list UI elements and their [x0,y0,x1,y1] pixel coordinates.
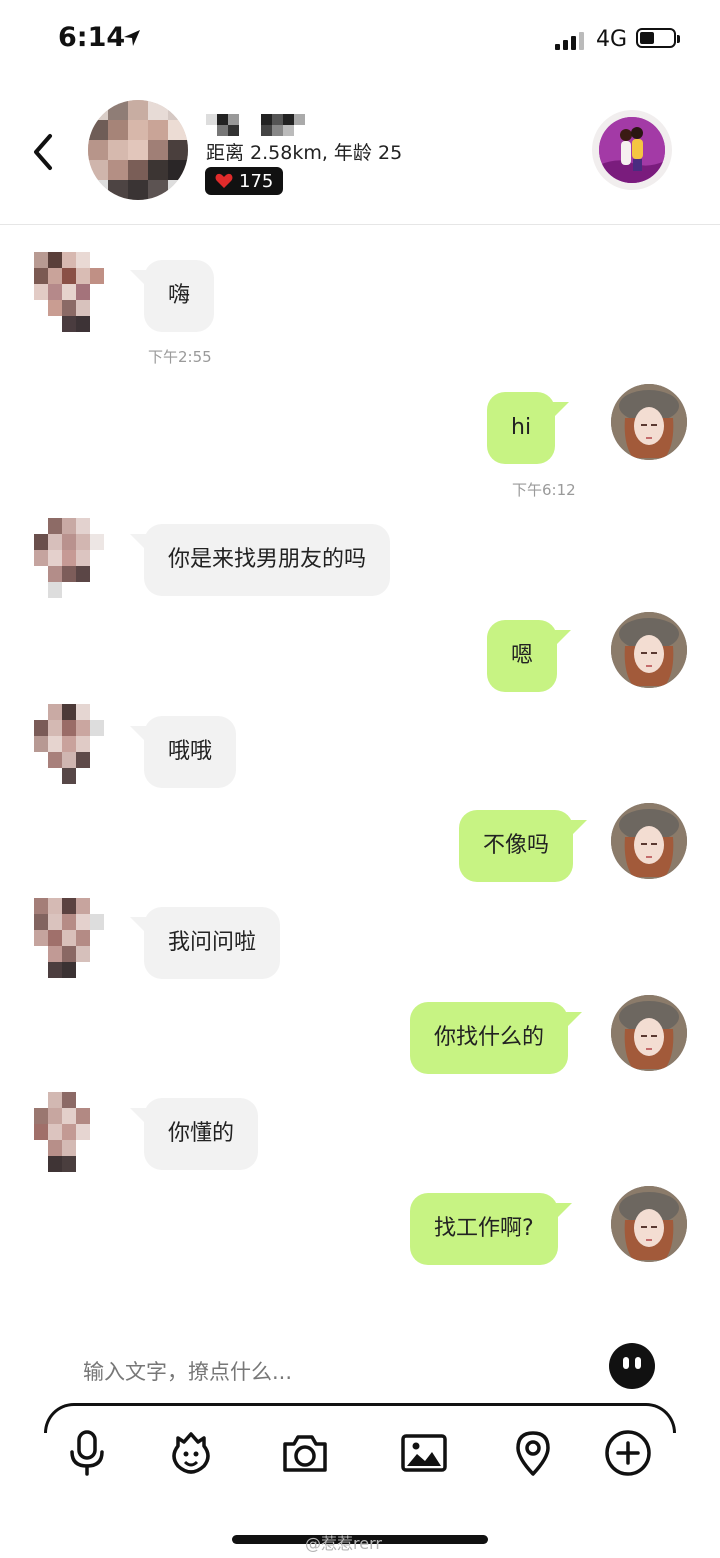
couple-sticker-button[interactable] [592,110,672,190]
incoming-avatar[interactable] [34,518,108,598]
incoming-message-bubble[interactable]: 你懂的 [129,1098,259,1170]
signal-icon [555,30,587,50]
gesture-icon[interactable] [166,1428,216,1478]
plus-icon[interactable] [603,1428,653,1478]
network-type: 4G [596,27,628,52]
watermark: @惹惹rerr [305,1534,382,1553]
outgoing-message-bubble[interactable]: 不像吗 [459,810,588,882]
my-avatar[interactable] [611,803,687,879]
message-timestamp: 下午2:55 [148,348,212,366]
header-divider [0,224,720,225]
back-chevron-icon[interactable] [30,132,58,172]
toolbar-divider [44,1403,676,1433]
incoming-message-bubble[interactable]: 哦哦 [129,716,237,788]
distance-age-label: 距离 2.58km, 年龄 25 [206,142,403,164]
status-time: 6:14 [58,22,126,53]
couple-icon [599,117,665,183]
outgoing-message-bubble[interactable]: 找工作啊? [410,1193,572,1265]
my-avatar[interactable] [611,995,687,1071]
location-arrow-icon [124,30,140,46]
likes-badge: 175 [205,167,284,195]
incoming-avatar[interactable] [34,1092,108,1172]
my-avatar[interactable] [611,612,687,688]
contact-name-pixelated [206,114,316,140]
likes-count: 175 [239,170,274,192]
camera-icon[interactable] [280,1428,330,1478]
image-icon[interactable] [399,1428,449,1478]
my-avatar[interactable] [611,1186,687,1262]
my-avatar[interactable] [611,384,687,460]
microphone-icon[interactable] [62,1428,112,1478]
heart-icon [215,173,233,188]
incoming-message-bubble[interactable]: 你是来找男朋友的吗 [129,524,391,596]
message-timestamp: 下午6:12 [512,481,576,499]
message-input[interactable]: 输入文字，撩点什么... [83,1356,292,1386]
incoming-avatar[interactable] [34,704,108,784]
incoming-avatar[interactable] [34,252,108,332]
outgoing-message-bubble[interactable]: hi [487,392,570,464]
outgoing-message-bubble[interactable]: 你找什么的 [410,1002,583,1074]
contact-avatar[interactable] [88,100,188,200]
incoming-avatar[interactable] [34,898,108,978]
outgoing-message-bubble[interactable]: 嗯 [487,620,572,692]
location-icon[interactable] [508,1428,558,1478]
incoming-message-bubble[interactable]: 嗨 [129,260,215,332]
battery-icon [636,28,680,48]
emoji-icon[interactable] [609,1343,655,1389]
incoming-message-bubble[interactable]: 我问问啦 [129,907,281,979]
